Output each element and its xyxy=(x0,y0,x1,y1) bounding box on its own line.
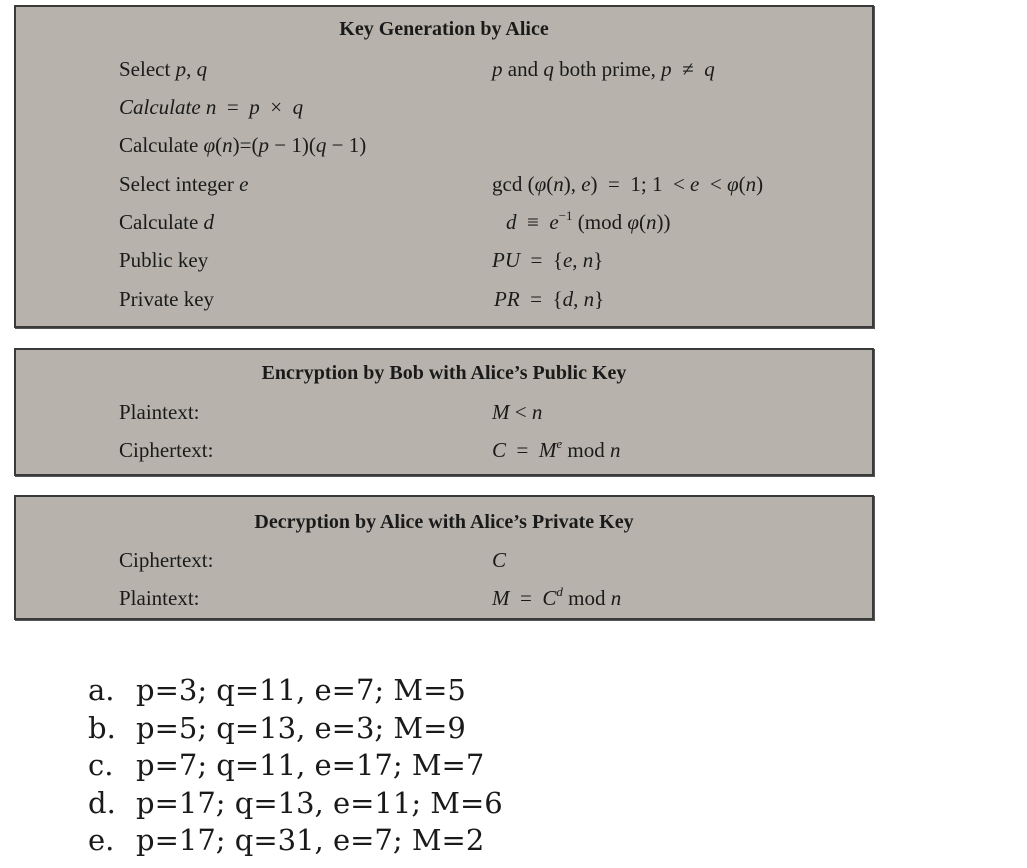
decryption-box: Decryption by Alice with Alice’s Private… xyxy=(14,495,874,620)
keygen-row-calculate-d: Calculate d d ≡ e−1 (mod φ(n)) xyxy=(16,208,872,240)
key-generation-box: Key Generation by Alice Select p, q p an… xyxy=(14,5,874,328)
list-marker: e. xyxy=(88,823,115,857)
keygen-row-public-key: Public key PU = {e, n} xyxy=(16,248,872,278)
decryption-row-plaintext: Plaintext: M = Cd mod n xyxy=(16,584,872,616)
keygen-label: Select p, q xyxy=(119,57,208,81)
exercise-text: p=3; q=11, e=7; M=5 xyxy=(136,673,466,707)
decryption-label: Ciphertext: xyxy=(119,548,214,572)
keygen-label: Calculate n = p × q xyxy=(119,95,304,119)
keygen-row-calculate-phi: Calculate φ(n)=(p − 1)(q − 1) xyxy=(16,133,872,163)
decryption-title: Decryption by Alice with Alice’s Private… xyxy=(254,511,634,533)
keygen-row-select-e: Select integer e gcd (φ(n), e) = 1; 1 < … xyxy=(16,172,872,202)
encryption-value: M < n xyxy=(492,400,543,424)
exercise-text: p=17; q=31, e=7; M=2 xyxy=(136,823,485,857)
encryption-label: Ciphertext: xyxy=(119,438,214,462)
encryption-row-ciphertext: Ciphertext: C = Me mod n xyxy=(16,436,872,468)
encryption-label: Plaintext: xyxy=(119,400,200,424)
encryption-row-plaintext: Plaintext: M < n xyxy=(16,400,872,430)
keygen-value: d ≡ e−1 (mod φ(n)) xyxy=(506,208,671,234)
decryption-label: Plaintext: xyxy=(119,586,200,610)
keygen-value: PR = {d, n} xyxy=(494,287,605,311)
exercise-text: p=7; q=11, e=17; M=7 xyxy=(136,748,485,782)
encryption-value: C = Me mod n xyxy=(492,436,621,462)
keygen-row-private-key: Private key PR = {d, n} xyxy=(16,287,872,317)
exercise-text: p=17; q=13, e=11; M=6 xyxy=(136,785,503,820)
keygen-row-select-pq: Select p, q p and q both prime, p ≠ q xyxy=(16,57,872,87)
keygen-row-calculate-n: Calculate n = p × q xyxy=(16,95,872,125)
key-generation-title: Key Generation by Alice xyxy=(339,18,549,40)
decryption-value: M = Cd mod n xyxy=(492,584,622,610)
encryption-box: Encryption by Bob with Alice’s Public Ke… xyxy=(14,348,874,476)
list-marker: b. xyxy=(88,710,116,745)
list-marker: a. xyxy=(88,673,115,707)
keygen-label: Select integer e xyxy=(119,172,249,196)
exercise-text: p=5; q=13, e=3; M=9 xyxy=(136,710,466,745)
list-marker: d. xyxy=(88,785,116,820)
decryption-value: C xyxy=(492,548,507,572)
decryption-row-ciphertext: Ciphertext: C xyxy=(16,548,872,578)
keygen-value: PU = {e, n} xyxy=(492,248,604,272)
encryption-title: Encryption by Bob with Alice’s Public Ke… xyxy=(261,362,627,384)
keygen-label: Public key xyxy=(119,248,209,272)
keygen-label: Private key xyxy=(119,287,215,311)
keygen-value: gcd (φ(n), e) = 1; 1 < e < φ(n) xyxy=(492,172,764,196)
list-marker: c. xyxy=(88,748,114,782)
keygen-label: Calculate φ(n)=(p − 1)(q − 1) xyxy=(119,133,367,157)
keygen-value: p and q both prime, p ≠ q xyxy=(492,57,715,81)
keygen-label: Calculate d xyxy=(119,210,215,234)
